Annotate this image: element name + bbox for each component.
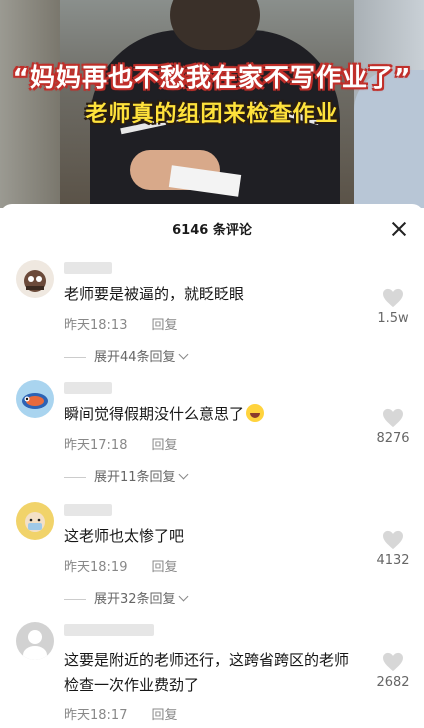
- expand-replies-button[interactable]: 展开11条回复: [64, 466, 188, 485]
- avatar[interactable]: [16, 260, 54, 298]
- comments-sheet: 6146 条评论 老师要是被逼的，就眨眨眼 昨天18:13 回复 展开44条回复 …: [0, 204, 424, 728]
- expand-replies-label: 展开32条回复: [94, 592, 176, 607]
- like-count: 8276: [376, 431, 410, 446]
- expand-replies-label: 展开11条回复: [94, 470, 176, 485]
- laughing-emoji-icon: [246, 404, 265, 422]
- expand-replies-label: 展开44条回复: [94, 350, 176, 365]
- avatar[interactable]: [16, 380, 54, 418]
- chevron-down-icon: [178, 349, 188, 360]
- reply-button[interactable]: 回复: [151, 560, 177, 575]
- avatar-image: [22, 393, 48, 409]
- avatar[interactable]: [16, 622, 54, 660]
- comment-text: 这老师也太惨了吧: [64, 527, 185, 545]
- video-caption-line2: 老师真的组团来检查作业: [85, 102, 339, 127]
- heart-icon: [383, 530, 403, 550]
- like-button[interactable]: 2682: [370, 652, 416, 690]
- reply-button[interactable]: 回复: [151, 708, 177, 723]
- video-person-head: [170, 0, 260, 50]
- like-count: 1.5w: [377, 311, 409, 326]
- divider-line: [64, 477, 86, 478]
- heart-icon: [383, 288, 403, 308]
- close-icon[interactable]: [390, 220, 408, 238]
- avatar[interactable]: [16, 502, 54, 540]
- username-placeholder[interactable]: [64, 624, 154, 636]
- heart-icon: [383, 652, 403, 672]
- like-button[interactable]: 4132: [370, 530, 416, 568]
- comment-meta: 昨天17:18 回复: [64, 434, 177, 453]
- comment-time: 昨天18:17: [64, 708, 128, 723]
- chevron-down-icon: [178, 591, 188, 602]
- like-count: 4132: [376, 553, 410, 568]
- username-placeholder[interactable]: [64, 382, 112, 394]
- chevron-down-icon: [178, 469, 188, 480]
- like-button[interactable]: 1.5w: [370, 288, 416, 326]
- username-placeholder[interactable]: [64, 504, 112, 516]
- expand-replies-button[interactable]: 展开44条回复: [64, 346, 188, 365]
- comment-text: 这要是附近的老师还行，这跨省跨区的老师 检查一次作业费劲了: [64, 648, 349, 698]
- avatar-image: [24, 270, 46, 292]
- comment-meta: 昨天18:19 回复: [64, 556, 177, 575]
- avatar-image: [25, 512, 45, 532]
- divider-line: [64, 357, 86, 358]
- username-placeholder[interactable]: [64, 262, 112, 274]
- comment-time: 昨天17:18: [64, 438, 128, 453]
- expand-replies-button[interactable]: 展开32条回复: [64, 588, 188, 607]
- reply-button[interactable]: 回复: [151, 438, 177, 453]
- comment-time: 昨天18:19: [64, 560, 128, 575]
- comment-text-content: 瞬间觉得假期没什么意思了: [64, 405, 245, 423]
- comment-text-line1: 这要是附近的老师还行，这跨省跨区的老师: [64, 651, 350, 669]
- like-count: 2682: [376, 675, 410, 690]
- comment-meta: 昨天18:13 回复: [64, 314, 177, 333]
- like-button[interactable]: 8276: [370, 408, 416, 446]
- divider-line: [64, 599, 86, 600]
- heart-icon: [383, 408, 403, 428]
- video-player[interactable]: “妈妈再也不愁我在家不写作业了” 老师真的组团来检查作业: [0, 0, 424, 208]
- comments-header: 6146 条评论: [0, 204, 424, 250]
- comment-text: 老师要是被逼的，就眨眨眼: [64, 285, 245, 303]
- comments-count-title: 6146 条评论: [172, 223, 252, 238]
- video-caption-line1: “妈妈再也不愁我在家不写作业了”: [12, 63, 412, 92]
- comment-time: 昨天18:13: [64, 318, 128, 333]
- default-avatar-icon: [23, 630, 47, 660]
- comment-text: 瞬间觉得假期没什么意思了: [64, 402, 265, 427]
- reply-button[interactable]: 回复: [151, 318, 177, 333]
- comment-text-line2: 检查一次作业费劲了: [64, 676, 200, 694]
- comment-meta: 昨天18:17 回复: [64, 704, 177, 723]
